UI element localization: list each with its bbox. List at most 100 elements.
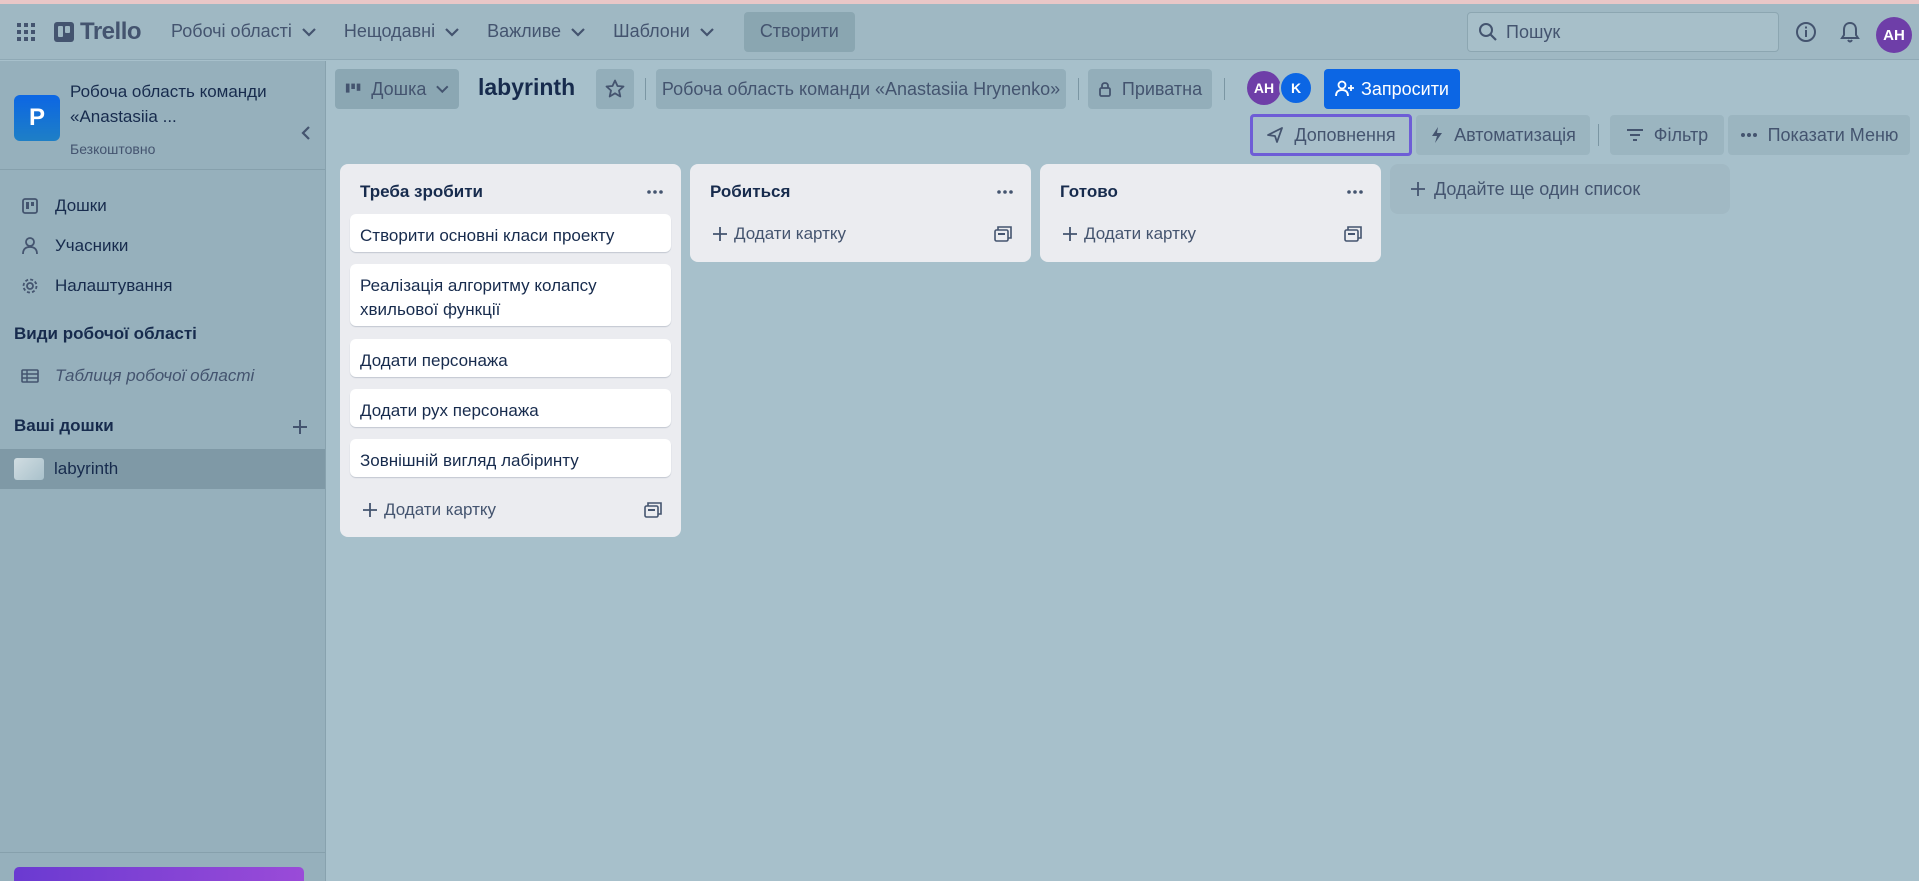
star-board-button[interactable] — [596, 69, 634, 109]
add-card-button[interactable]: Додати картку — [1054, 216, 1204, 252]
list-done[interactable]: Готово Додати картку — [1040, 164, 1381, 262]
header-separator — [645, 78, 646, 100]
lock-icon — [1099, 82, 1111, 97]
list-more-icon[interactable] — [643, 180, 667, 204]
automation-button[interactable]: Автоматизація — [1416, 115, 1590, 155]
show-menu-button[interactable]: Показати Меню — [1728, 115, 1910, 155]
add-list-label: Додайте ще один список — [1434, 178, 1641, 199]
trello-logo-text: Trello — [80, 17, 142, 45]
board-view-icon — [345, 83, 361, 93]
sidebar-item-workspace-table-label: Таблиця робочої області — [55, 366, 255, 385]
add-card-button[interactable]: Додати картку — [704, 216, 854, 252]
header-separator — [1078, 78, 1079, 100]
invite-button[interactable]: Запросити — [1324, 69, 1460, 109]
menu-starred-label: Важливе — [487, 21, 562, 41]
workspace-logo[interactable]: P — [14, 95, 60, 141]
add-person-icon — [1335, 80, 1354, 97]
menu-templates-label: Шаблони — [613, 21, 690, 41]
member-avatar[interactable]: K — [1279, 71, 1313, 105]
sidebar-bottom-divider — [0, 852, 325, 853]
workspace-name[interactable]: Робоча область команди «Anastasiia ... — [70, 79, 270, 129]
your-boards-heading: Ваші дошки — [14, 416, 114, 435]
workspace-visibility-button[interactable]: Робоча область команди «Anastasiia Hryne… — [656, 69, 1066, 109]
sidebar-board-labyrinth[interactable]: labyrinth — [0, 449, 325, 489]
board-privacy-button[interactable]: Приватна — [1088, 69, 1212, 109]
power-ups-button[interactable]: Доповнення — [1250, 114, 1412, 156]
rocket-icon — [1267, 127, 1284, 143]
collapse-sidebar-chevron-left-icon[interactable] — [294, 121, 318, 145]
sidebar-item-boards-label: Дошки — [55, 196, 107, 215]
sidebar-board-labyrinth-label: labyrinth — [54, 459, 119, 478]
plus-icon — [1411, 182, 1425, 196]
chevron-down-icon — [436, 85, 449, 94]
card[interactable]: Створити основні класи проекту — [350, 214, 671, 252]
sidebar-item-workspace-table[interactable]: Таблиця робочої області — [0, 357, 325, 395]
sidebar-item-settings[interactable]: Налаштування — [0, 267, 325, 305]
sidebar-item-members[interactable]: Учасники — [0, 227, 325, 265]
board-thumbnail — [14, 458, 44, 480]
plus-icon — [1063, 227, 1077, 241]
add-card-button[interactable]: Додати картку — [354, 492, 504, 528]
chevron-down-icon — [302, 27, 316, 37]
card[interactable]: Зовнішній вигляд лабіринту — [350, 439, 671, 477]
board-view-switcher[interactable]: Дошка — [335, 69, 459, 109]
workspace-plan: Безкоштовно — [70, 141, 156, 157]
notifications-bell-icon[interactable] — [1838, 20, 1862, 44]
create-from-template-icon[interactable] — [1339, 220, 1367, 248]
board-view-label: Дошка — [371, 78, 427, 99]
sidebar-item-members-label: Учасники — [55, 236, 129, 255]
table-icon — [20, 369, 40, 383]
chevron-down-icon — [445, 27, 459, 37]
list-title[interactable]: Готово — [1060, 182, 1118, 202]
menu-templates[interactable]: Шаблони — [599, 12, 728, 52]
star-icon — [605, 79, 625, 98]
automation-label: Автоматизація — [1454, 124, 1576, 145]
card[interactable]: Додати персонажа — [350, 339, 671, 377]
list-more-icon[interactable] — [993, 180, 1017, 204]
board-privacy-label: Приватна — [1121, 78, 1203, 99]
upgrade-button[interactable] — [14, 867, 304, 881]
card[interactable]: Реалізація алгоритму колапсу хвильової ф… — [350, 264, 671, 326]
app-switcher-icon[interactable] — [14, 20, 38, 44]
create-from-template-icon[interactable] — [639, 496, 667, 524]
search-placeholder: Пошук — [1506, 21, 1561, 42]
menu-recent[interactable]: Нещодавні — [330, 12, 473, 52]
trello-logo[interactable]: Trello — [54, 17, 142, 46]
list-todo[interactable]: Треба зробити Створити основні класи про… — [340, 164, 681, 537]
member-avatar[interactable]: AH — [1247, 71, 1281, 105]
create-from-template-icon[interactable] — [989, 220, 1017, 248]
card[interactable]: Додати рух персонажа — [350, 389, 671, 427]
menu-workspaces-label: Робочі області — [171, 21, 292, 41]
sidebar-item-boards[interactable]: Дошки — [0, 187, 325, 225]
workspace-views-heading: Види робочої області — [14, 324, 197, 343]
workspace-header: P Робоча область команди «Anastasiia ...… — [14, 77, 314, 167]
list-more-icon[interactable] — [1343, 180, 1367, 204]
gear-icon — [20, 277, 40, 295]
chevron-down-icon — [571, 27, 585, 37]
sidebar-divider — [0, 169, 325, 170]
board-icon — [20, 198, 40, 214]
add-card-label: Додати картку — [384, 500, 497, 519]
menu-workspaces[interactable]: Робочі області — [157, 12, 330, 52]
chevron-down-icon — [700, 27, 714, 37]
board-title[interactable]: labyrinth — [478, 74, 575, 101]
trello-logo-icon — [54, 21, 74, 42]
info-icon[interactable] — [1794, 20, 1818, 44]
top-navigation-bar: Trello Робочі області Нещодавні Важливе … — [0, 4, 1919, 60]
add-list-button[interactable]: Додайте ще один список — [1390, 164, 1730, 214]
list-in-progress[interactable]: Робиться Додати картку — [690, 164, 1031, 262]
header-separator — [1224, 78, 1225, 100]
add-card-label: Додати картку — [734, 224, 847, 243]
menu-starred[interactable]: Важливе — [473, 12, 599, 52]
user-avatar[interactable]: AH — [1876, 17, 1912, 53]
create-button[interactable]: Створити — [743, 11, 855, 52]
list-title[interactable]: Треба зробити — [360, 182, 483, 202]
list-title[interactable]: Робиться — [710, 182, 790, 202]
sidebar: P Робоча область команди «Anastasiia ...… — [0, 61, 326, 881]
lightning-icon — [1432, 127, 1443, 143]
filter-icon — [1626, 129, 1643, 141]
add-board-plus-icon[interactable] — [288, 415, 312, 439]
search-input[interactable]: Пошук — [1467, 12, 1779, 52]
person-icon — [20, 237, 40, 255]
filter-button[interactable]: Фільтр — [1610, 115, 1724, 155]
